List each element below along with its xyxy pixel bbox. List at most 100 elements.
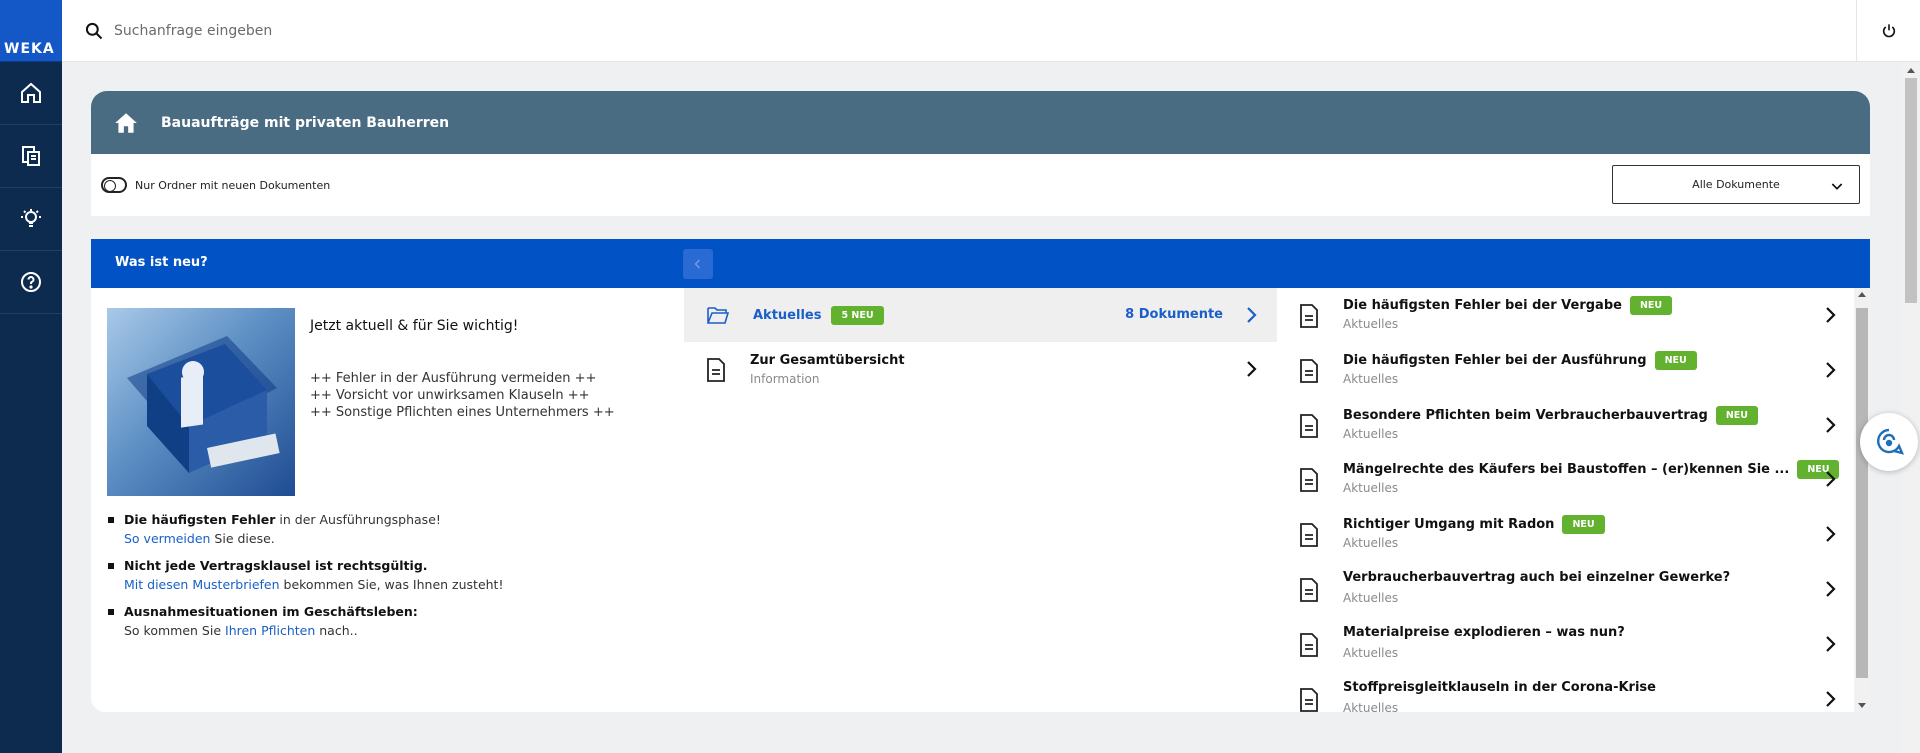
- chevron-right-icon: [1247, 361, 1257, 377]
- news-bullet: Die häufigsten Fehler in der Ausführungs…: [107, 510, 667, 548]
- bullet-text: nach..: [315, 623, 358, 638]
- document-title-wrap: Richtiger Umgang mit Radon NEU: [1343, 515, 1605, 535]
- news-bullets: Die häufigsten Fehler in der Ausführungs…: [107, 510, 667, 648]
- document-title-wrap: Verbraucherbauvertrag auch bei einzelner…: [1343, 570, 1730, 585]
- document-category: Aktuelles: [1343, 481, 1399, 496]
- document-icon: [1300, 413, 1318, 438]
- bullet-bold: Die häufigsten Fehler: [124, 512, 276, 527]
- chat-button[interactable]: [1860, 413, 1918, 471]
- bullet-text: Sie diese.: [210, 531, 275, 546]
- documents-icon: [22, 146, 40, 166]
- document-row[interactable]: Mängelrechte des Käufers bei Baustoffen …: [1277, 452, 1850, 507]
- news-title: Was ist neu?: [115, 255, 208, 270]
- chevron-right-icon: [1826, 471, 1836, 488]
- document-icon: [1300, 358, 1318, 383]
- document-title: Verbraucherbauvertrag auch bei einzelner…: [1343, 569, 1731, 585]
- lightbulb-icon: [21, 209, 41, 227]
- scroll-down-arrow[interactable]: [1858, 703, 1866, 708]
- news-bullet: Ausnahmesituationen im Geschäftsleben: S…: [107, 602, 667, 640]
- document-icon: [1300, 687, 1318, 712]
- document-icon: [1300, 578, 1318, 602]
- document-row[interactable]: Verbraucherbauvertrag auch bei einzelner…: [1277, 562, 1850, 617]
- document-row[interactable]: Materialpreise explodieren – was nun? Akt…: [1277, 617, 1850, 672]
- bullet-bold: Nicht jede Vertragsklausel ist rechtsgül…: [124, 558, 428, 573]
- weka-logo[interactable]: WEKA: [0, 0, 62, 62]
- new-badge: NEU: [1562, 515, 1605, 535]
- document-title: Materialpreise explodieren – was nun?: [1343, 624, 1625, 640]
- chevron-right-icon: [1826, 690, 1836, 707]
- news-bar: Was ist neu?: [91, 239, 1870, 288]
- chevron-left-icon: [694, 259, 701, 269]
- news-line: ++ Vorsicht vor unwirksamen Klauseln ++: [310, 388, 590, 403]
- documents-nav-button[interactable]: [0, 125, 62, 188]
- document-title: Die häufigsten Fehler bei der Ausführung: [1343, 352, 1647, 368]
- new-count-badge: 5 NEU: [831, 305, 884, 325]
- power-icon: [1882, 24, 1895, 38]
- document-row[interactable]: Die häufigsten Fehler bei der Ausführung…: [1277, 343, 1850, 398]
- document-title: Stoffpreisgleitklauseln in der Corona-Kr…: [1343, 679, 1656, 695]
- logo-text: WEKA: [4, 41, 55, 57]
- folder-row-aktuelles[interactable]: Aktuelles 5 NEU 8 Dokumente: [684, 288, 1277, 342]
- document-list-scrollbar[interactable]: [1854, 288, 1870, 712]
- document-category: Aktuelles: [1343, 371, 1399, 386]
- document-list-panel: Die häufigsten Fehler bei der Vergabe NEU…: [1277, 288, 1870, 712]
- document-list: Die häufigsten Fehler bei der Vergabe NEU…: [1277, 288, 1850, 712]
- document-filter-select[interactable]: Alle Dokumente: [1612, 165, 1860, 204]
- home-icon: [21, 82, 41, 103]
- overview-row[interactable]: Zur Gesamtübersicht Information: [684, 342, 1277, 398]
- chevron-right-icon: [1826, 362, 1836, 378]
- news-line: ++ Fehler in der Ausführung vermeiden ++: [310, 371, 597, 386]
- document-icon: [1300, 523, 1318, 548]
- chevron-right-icon: [1826, 416, 1836, 433]
- document-title: Besondere Pflichten beim Verbraucherbauv…: [1343, 407, 1708, 423]
- scroll-up-arrow[interactable]: [1907, 68, 1915, 73]
- search-input[interactable]: [114, 22, 914, 39]
- bullet-text: bekommen Sie, was Ihnen zusteht!: [279, 577, 504, 592]
- new-badge: NEU: [1715, 405, 1758, 425]
- chevron-right-icon: [1247, 307, 1257, 323]
- document-title: Mängelrechte des Käufers bei Baustoffen …: [1343, 462, 1790, 478]
- scroll-up-arrow[interactable]: [1858, 292, 1866, 297]
- document-icon: [1300, 304, 1318, 328]
- select-value: Alle Dokumente: [1692, 178, 1780, 191]
- sidebar: WEKA: [0, 0, 62, 753]
- document-category: Aktuelles: [1343, 645, 1399, 660]
- chevron-right-icon: [1826, 307, 1836, 323]
- scrollbar-thumb[interactable]: [1905, 78, 1917, 303]
- page-scrollbar[interactable]: [1902, 62, 1920, 753]
- news-panel: Was ist neu? Jetzt aktuell & für Sie wic…: [91, 239, 1870, 712]
- home-nav-button[interactable]: [0, 62, 62, 125]
- new-documents-toggle[interactable]: [101, 177, 127, 193]
- bullet-bold: Ausnahmesituationen im Geschäftsleben:: [124, 604, 418, 619]
- folder-label: Aktuelles: [753, 307, 822, 323]
- filter-bar: Nur Ordner mit neuen Dokumenten Alle Dok…: [91, 154, 1870, 216]
- document-row[interactable]: Richtiger Umgang mit Radon NEU Aktuelles: [1277, 507, 1850, 562]
- document-row[interactable]: Besondere Pflichten beim Verbraucherbauv…: [1277, 398, 1850, 453]
- news-line: ++ Sonstige Pflichten eines Unternehmers…: [310, 405, 615, 420]
- document-category: Aktuelles: [1343, 590, 1399, 605]
- scrollbar-thumb[interactable]: [1856, 308, 1868, 678]
- logout-button[interactable]: [1856, 0, 1920, 62]
- document-category: Aktuelles: [1343, 426, 1399, 441]
- help-nav-button[interactable]: [0, 251, 62, 314]
- bullet-text: So kommen Sie: [124, 623, 226, 638]
- overview-title: Zur Gesamtübersicht: [750, 353, 905, 368]
- news-headline: Jetzt aktuell & für Sie wichtig!: [310, 318, 519, 334]
- folder-list: Aktuelles 5 NEU 8 Dokumente Zur Gesamtüb…: [684, 288, 1277, 712]
- so-vermeiden-link[interactable]: So vermeiden: [124, 531, 210, 546]
- document-category: Aktuelles: [1343, 536, 1399, 551]
- document-row[interactable]: Stoffpreisgleitklauseln in der Corona-Kr…: [1277, 672, 1850, 712]
- search-icon: [85, 22, 103, 39]
- document-category: Aktuelles: [1343, 317, 1399, 331]
- overview-subtitle: Information: [750, 372, 820, 386]
- pflichten-link[interactable]: Ihren Pflichten: [225, 623, 315, 638]
- chevron-right-icon: [1826, 526, 1836, 542]
- musterbriefe-link[interactable]: Mit diesen Musterbriefen: [124, 577, 280, 592]
- news-teaser: Jetzt aktuell & für Sie wichtig! ++ Fehl…: [91, 288, 684, 712]
- document-icon: [1300, 468, 1318, 493]
- previous-button[interactable]: [683, 249, 713, 279]
- document-row[interactable]: Die häufigsten Fehler bei der Vergabe NEU…: [1277, 288, 1850, 343]
- ideas-nav-button[interactable]: [0, 188, 62, 251]
- document-category: Aktuelles: [1343, 700, 1399, 712]
- new-badge: NEU: [1629, 296, 1673, 315]
